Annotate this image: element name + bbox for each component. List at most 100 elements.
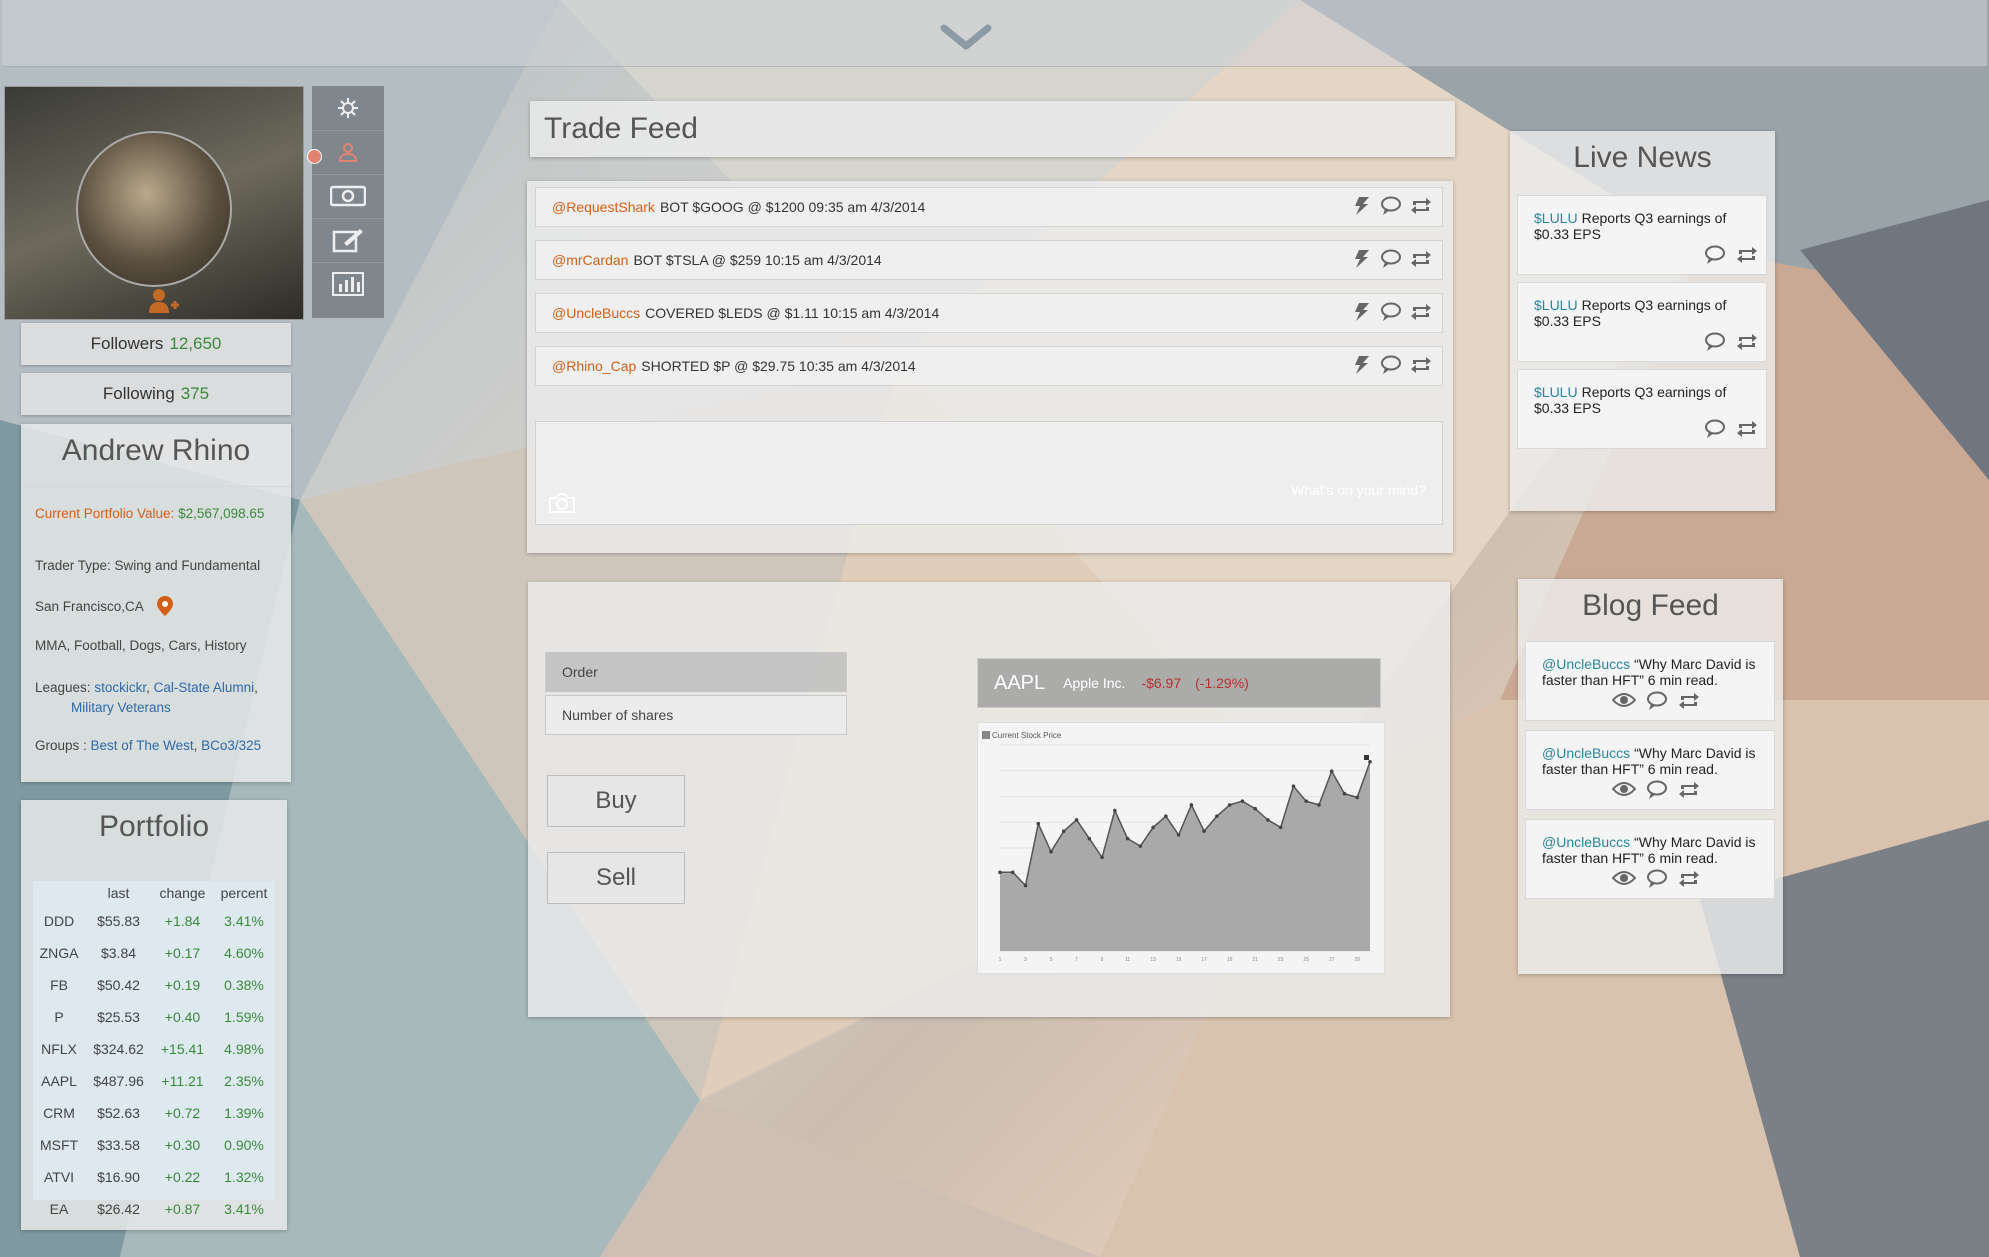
eye-icon[interactable] [1611, 780, 1637, 803]
comment-icon[interactable] [1646, 869, 1668, 892]
chart-point [1202, 829, 1206, 833]
lightning-icon[interactable] [1352, 249, 1372, 272]
group-link[interactable]: BCo3/325 [201, 738, 261, 753]
sell-button[interactable]: Sell [547, 852, 685, 904]
table-row[interactable]: P $25.53 +0.40 1.59% [33, 1001, 275, 1033]
blog-item[interactable]: @UncleBuccs “Why Marc David is faster tha… [1525, 819, 1775, 899]
retweet-icon[interactable] [1410, 249, 1432, 272]
trade-user-link[interactable]: @UncleBuccs [552, 305, 640, 321]
post-composer[interactable]: What's on your mind? [535, 421, 1443, 525]
comment-icon[interactable] [1704, 419, 1726, 442]
user-icon[interactable] [312, 130, 384, 175]
league-link[interactable]: Military Veterans [71, 700, 171, 715]
comment-icon[interactable] [1380, 196, 1402, 219]
profile-name: Andrew Rhino [21, 424, 291, 487]
avatar[interactable] [76, 131, 232, 287]
blog-user-link[interactable]: @UncleBuccs [1542, 745, 1630, 761]
league-link[interactable]: Cal-State Alumni [154, 680, 255, 695]
trade-text: BOT $GOOG @ $1200 09:35 am 4/3/2014 [659, 199, 926, 215]
percent-cell: 4.60% [224, 945, 264, 961]
news-item[interactable]: $LULU Reports Q3 earnings of $0.33 EPS [1517, 369, 1767, 449]
add-user-icon[interactable] [147, 287, 181, 320]
eye-icon[interactable] [1611, 869, 1637, 892]
chart-svg: Current Stock Price 1 3 5 7 9 11 13 15 17 19 21 23 2… [982, 731, 1372, 963]
edit-icon[interactable] [312, 218, 384, 263]
table-row[interactable]: MSFT $33.58 +0.30 0.90% [33, 1129, 275, 1161]
gear-icon[interactable] [312, 86, 384, 131]
news-ticker-link[interactable]: $LULU [1534, 384, 1578, 400]
eye-icon[interactable] [1611, 691, 1637, 714]
sidebar-menu [312, 86, 384, 318]
comment-icon[interactable] [1704, 245, 1726, 268]
trade-feed-item[interactable]: @mrCardan BOT $TSLA @ $259 10:15 am 4/3/2… [535, 240, 1443, 280]
chart-x-tick-label: 1 [999, 957, 1002, 963]
blog-item[interactable]: @UncleBuccs “Why Marc David is faster tha… [1525, 641, 1775, 721]
retweet-icon[interactable] [1736, 419, 1758, 442]
news-ticker-link[interactable]: $LULU [1534, 210, 1578, 226]
retweet-icon[interactable] [1678, 691, 1700, 714]
profile-card: Andrew Rhino Current Portfolio Value: $2… [21, 424, 291, 782]
retweet-icon[interactable] [1736, 332, 1758, 355]
chart-x-tick-label: 11 [1125, 957, 1130, 963]
news-ticker-link[interactable]: $LULU [1534, 297, 1578, 313]
table-row[interactable]: ZNGA $3.84 +0.17 4.60% [33, 937, 275, 969]
order-input[interactable]: Order [545, 652, 847, 692]
table-row[interactable]: ATVI $16.90 +0.22 1.32% [33, 1161, 275, 1193]
table-row[interactable]: FB $50.42 +0.19 0.38% [33, 969, 275, 1001]
retweet-icon[interactable] [1410, 196, 1432, 219]
groups-row: Groups : Best of The West, BCo3/325 [35, 738, 262, 753]
comment-icon[interactable] [1380, 249, 1402, 272]
trade-user-link[interactable]: @mrCardan [552, 252, 628, 268]
trade-feed-item[interactable]: @RequestShark BOT $GOOG @ $1200 09:35 am … [535, 187, 1443, 227]
table-row[interactable]: EA $26.42 +0.87 3.41% [33, 1193, 275, 1225]
trade-feed-item[interactable]: @UncleBuccs COVERED $LEDS @ $1.11 10:15 a… [535, 293, 1443, 333]
blog-item[interactable]: @UncleBuccs “Why Marc David is faster tha… [1525, 730, 1775, 810]
chart-x-tick-label: 15 [1176, 957, 1182, 963]
table-row[interactable]: CRM $52.63 +0.72 1.39% [33, 1097, 275, 1129]
followers-stat[interactable]: Followers 12,650 [21, 323, 291, 365]
lightning-icon[interactable] [1352, 196, 1372, 219]
table-row[interactable]: NFLX $324.62 +15.41 4.98% [33, 1033, 275, 1065]
group-link[interactable]: Best of The West [91, 738, 194, 753]
last-price-cell: $52.63 [97, 1105, 140, 1121]
comment-icon[interactable] [1380, 355, 1402, 378]
comment-icon[interactable] [1646, 691, 1668, 714]
comment-icon[interactable] [1380, 302, 1402, 325]
shares-input[interactable]: Number of shares [545, 695, 847, 735]
trade-user-link[interactable]: @RequestShark [552, 199, 655, 215]
chart-point [1125, 836, 1130, 841]
news-item[interactable]: $LULU Reports Q3 earnings of $0.33 EPS [1517, 195, 1767, 275]
chart-x-tick-label: 13 [1150, 957, 1156, 963]
blog-user-link[interactable]: @UncleBuccs [1542, 656, 1630, 672]
groups-label: Groups : [35, 738, 87, 753]
retweet-icon[interactable] [1410, 302, 1432, 325]
league-link[interactable]: stockickr [94, 680, 146, 695]
money-icon[interactable] [312, 174, 384, 219]
following-stat[interactable]: Following 375 [21, 373, 291, 415]
trade-user-link[interactable]: @Rhino_Cap [552, 358, 636, 374]
blog-user-link[interactable]: @UncleBuccs [1542, 834, 1630, 850]
chart-point [1010, 870, 1015, 875]
lightning-icon[interactable] [1352, 355, 1372, 378]
retweet-icon[interactable] [1410, 355, 1432, 378]
lightning-icon[interactable] [1352, 302, 1372, 325]
ticker-cell: NFLX [41, 1041, 77, 1057]
comment-icon[interactable] [1646, 780, 1668, 803]
retweet-icon[interactable] [1736, 245, 1758, 268]
change-cell: +0.19 [164, 977, 201, 993]
table-row[interactable]: AAPL $487.96 +11.21 2.35% [33, 1065, 275, 1097]
trade-feed-item[interactable]: @Rhino_Cap SHORTED $P @ $29.75 10:35 am 4… [535, 346, 1443, 386]
buy-button[interactable]: Buy [547, 775, 685, 827]
news-item[interactable]: $LULU Reports Q3 earnings of $0.33 EPS [1517, 282, 1767, 362]
retweet-icon[interactable] [1678, 869, 1700, 892]
comment-icon[interactable] [1704, 332, 1726, 355]
chevron-down-icon[interactable] [940, 22, 992, 55]
camera-icon[interactable] [548, 492, 576, 519]
last-price-cell: $3.84 [100, 945, 137, 961]
bar-chart-icon[interactable] [312, 262, 384, 306]
table-row[interactable]: DDD $55.83 +1.84 3.41% [33, 905, 275, 937]
retweet-icon[interactable] [1678, 780, 1700, 803]
chart-x-tick-label: 9 [1101, 957, 1104, 963]
quote-symbol: AAPL [994, 671, 1046, 694]
blog-feed-title: Blog Feed [1582, 589, 1719, 622]
